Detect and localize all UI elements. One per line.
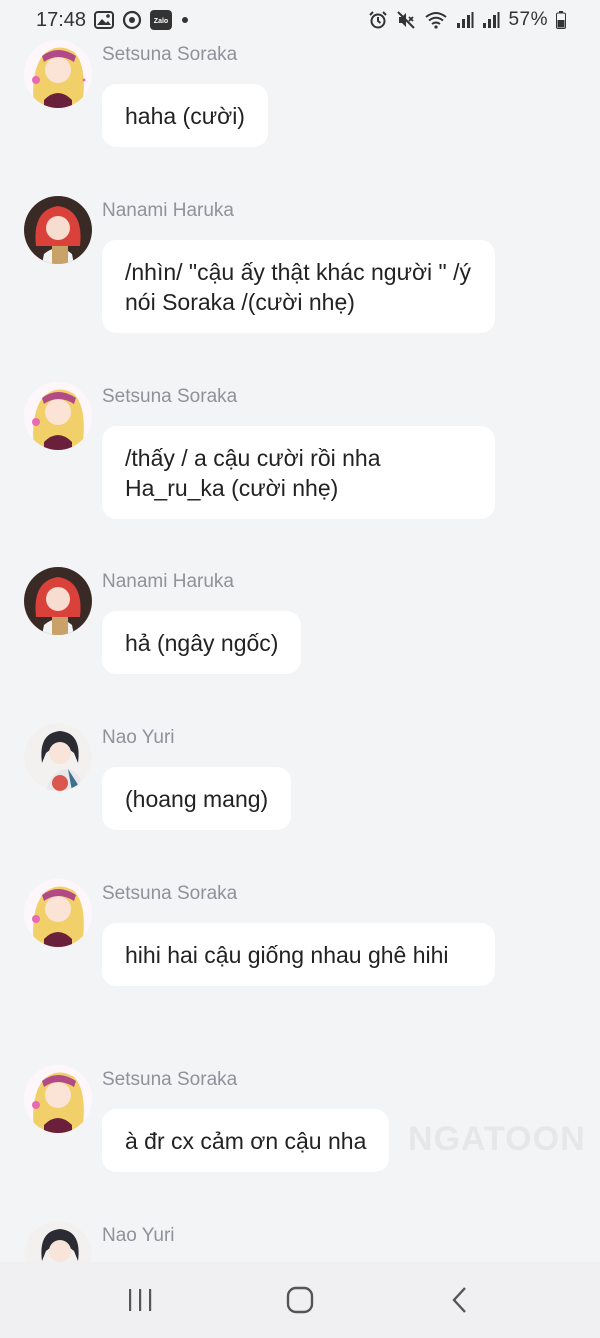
recents-icon — [129, 1289, 152, 1311]
message-bubble[interactable]: hihi hai cậu giống nhau ghê hihi — [102, 923, 495, 986]
status-time: 17:48 — [36, 8, 87, 31]
sender-name: Nao Yuri — [102, 727, 175, 748]
wifi-icon — [424, 11, 448, 29]
signal-icon — [482, 11, 500, 29]
chat-list[interactable]: Setsuna Soraka haha (cười) Nanami Haruka… — [0, 40, 600, 1262]
status-bar: 17:48 Zalo 57% — [0, 0, 600, 40]
home-icon — [286, 1286, 314, 1314]
gallery-icon — [94, 11, 115, 29]
sender-name: Setsuna Soraka — [102, 44, 238, 65]
alarm-icon — [368, 10, 388, 30]
sender-name: Nanami Haruka — [102, 571, 234, 592]
sender-name: Setsuna Soraka — [102, 883, 238, 904]
setsuna-avatar[interactable] — [24, 879, 92, 947]
dot-icon — [180, 15, 190, 25]
home-button[interactable] — [270, 1270, 330, 1330]
zalo-icon: Zalo — [150, 10, 173, 30]
nanami-avatar[interactable] — [24, 567, 92, 635]
back-button[interactable] — [430, 1270, 490, 1330]
message-bubble[interactable]: hả (ngây ngốc) — [102, 611, 302, 674]
sender-name: Setsuna Soraka — [102, 386, 238, 407]
status-right: 57% — [368, 9, 566, 31]
setsuna-avatar[interactable] — [24, 382, 92, 450]
message-bubble[interactable]: à đr cx cảm ơn cậu nha — [102, 1109, 390, 1172]
sender-name: Nao Yuri — [102, 1225, 175, 1246]
messenger-icon — [122, 10, 142, 30]
navigation-bar — [0, 1262, 600, 1338]
message-bubble[interactable]: /thấy / a cậu cười rồi nha Ha_ru_ka (cườ… — [102, 426, 495, 519]
zalo-label: Zalo — [154, 18, 168, 25]
mute-icon — [396, 10, 416, 30]
back-icon — [452, 1287, 466, 1313]
sender-name: Setsuna Soraka — [102, 1069, 238, 1090]
nanami-avatar[interactable] — [24, 196, 92, 264]
battery-icon — [556, 11, 566, 29]
message-bubble[interactable]: haha (cười) — [102, 84, 268, 147]
nao-avatar[interactable] — [24, 723, 92, 791]
message-bubble[interactable]: (hoang mang) — [102, 767, 292, 830]
recents-button[interactable] — [110, 1270, 170, 1330]
setsuna-avatar[interactable] — [24, 1065, 92, 1133]
nao-avatar[interactable] — [24, 1221, 92, 1262]
sender-name: Nanami Haruka — [102, 200, 234, 221]
battery-percent: 57% — [508, 9, 548, 30]
status-left: 17:48 Zalo — [36, 9, 190, 32]
message-bubble[interactable]: /nhìn/ "cậu ấy thật khác người " /ý nói … — [102, 240, 495, 333]
signal-icon — [456, 11, 474, 29]
watermark: NGATOON — [408, 1120, 586, 1158]
setsuna-avatar[interactable] — [24, 40, 92, 108]
